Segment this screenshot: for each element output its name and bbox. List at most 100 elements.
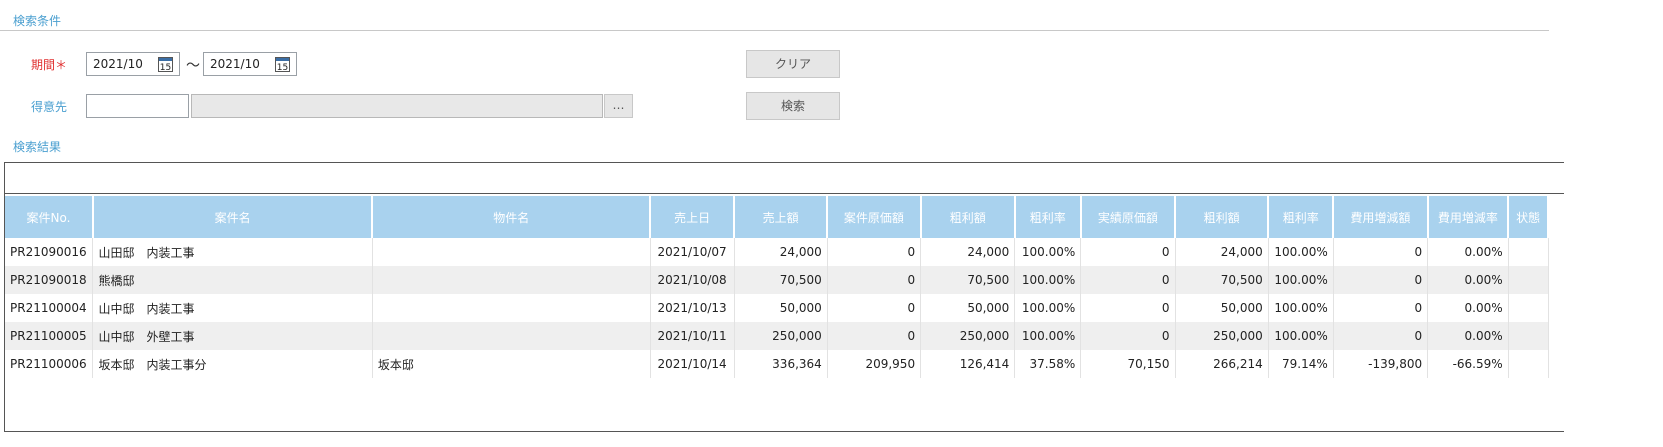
table-cell: 126,414 [920, 350, 1016, 378]
results-table-viewport[interactable]: 案件No. 案件名 物件名 売上日 売上額 案件原価額 粗利額 粗利率 実績原価額 粗利額 粗利率費… [5, 196, 1549, 382]
column-header-actual-cost[interactable]: 実績原価額 [1080, 196, 1177, 238]
column-header-sales-date[interactable]: 売上日 [650, 196, 736, 238]
column-header-cost-change-rate[interactable]: 費用増減率 [1427, 196, 1510, 238]
table-cell: 2021/10/14 [650, 350, 735, 378]
table-cell: 0 [1333, 294, 1429, 322]
table-cell: 100.00% [1014, 266, 1082, 294]
column-header-actual-gross-profit[interactable]: 粗利額 [1175, 196, 1270, 238]
calendar-from-icon[interactable]: 15 [158, 57, 173, 73]
table-cell [1508, 322, 1549, 350]
date-from-field[interactable]: 2021/10 15 [86, 52, 180, 76]
date-to-field[interactable]: 2021/10 15 [203, 52, 297, 76]
column-header-gross-profit[interactable]: 粗利額 [920, 196, 1016, 238]
table-cell: 山中邸 内装工事 [92, 294, 373, 322]
results-table: 案件No. 案件名 物件名 売上日 売上額 案件原価額 粗利額 粗利率 実績原価額 粗利額 粗利率費… [5, 196, 1549, 378]
date-to-value: 2021/10 [210, 57, 260, 71]
table-cell [1508, 238, 1549, 266]
column-header-actual-gross-margin[interactable]: 粗利率 [1268, 196, 1335, 238]
customer-name-field [191, 94, 603, 118]
table-cell: PR21100004 [5, 294, 94, 322]
column-header-gross-margin[interactable]: 粗利率 [1014, 196, 1082, 238]
table-cell [372, 238, 651, 266]
table-cell: PR21100006 [5, 350, 94, 378]
table-cell: 100.00% [1268, 322, 1334, 350]
table-cell: 0.00% [1427, 294, 1509, 322]
table-cell: 山田邸 内装工事 [92, 238, 373, 266]
table-cell: 坂本邸 内装工事分 [92, 350, 373, 378]
table-cell: 50,000 [734, 294, 828, 322]
table-row[interactable]: PR21100005 山中邸 外壁工事 2021/10/11 250,000 0 250,… [5, 322, 1549, 350]
table-cell: 70,500 [734, 266, 828, 294]
table-cell: -139,800 [1333, 350, 1429, 378]
required-mark: ＊ [55, 58, 68, 72]
table-cell: 0.00% [1427, 322, 1509, 350]
column-header-cost-change[interactable]: 費用増減額 [1333, 196, 1429, 238]
table-cell [1508, 266, 1549, 294]
table-cell: 266,214 [1175, 350, 1269, 378]
table-cell: 0 [827, 238, 922, 266]
table-cell: 2021/10/08 [650, 266, 735, 294]
table-cell: 0.00% [1427, 238, 1509, 266]
table-cell [1508, 294, 1549, 322]
table-cell: 50,000 [1175, 294, 1269, 322]
table-cell: 100.00% [1014, 294, 1082, 322]
table-cell: 0 [1333, 238, 1429, 266]
table-cell: 50,000 [920, 294, 1016, 322]
table-row[interactable]: PR21100004 山中邸 内装工事 2021/10/13 50,000 0 50,00… [5, 294, 1549, 322]
table-cell: 2021/10/13 [650, 294, 735, 322]
clear-button[interactable]: クリア [746, 50, 840, 78]
table-cell: 250,000 [920, 322, 1016, 350]
date-from-value: 2021/10 [93, 57, 143, 71]
column-header-case-cost[interactable]: 案件原価額 [827, 196, 922, 238]
table-cell: 24,000 [734, 238, 828, 266]
table-cell [1508, 350, 1549, 378]
column-header-property-name[interactable]: 物件名 [372, 196, 652, 238]
table-cell: PR21090016 [5, 238, 94, 266]
search-conditions-divider [0, 30, 1549, 31]
table-cell: 70,500 [920, 266, 1016, 294]
table-cell: 0 [1080, 322, 1176, 350]
period-label-text: 期間 [31, 58, 56, 72]
search-conditions-title: 検索条件 [13, 14, 62, 28]
table-cell: 100.00% [1268, 238, 1334, 266]
column-header-case-name[interactable]: 案件名 [92, 196, 374, 238]
customer-label: 得意先 [31, 100, 68, 114]
table-cell: 24,000 [920, 238, 1016, 266]
calendar-to-icon[interactable]: 15 [275, 57, 290, 73]
table-cell: 0 [827, 322, 922, 350]
table-cell [372, 322, 651, 350]
table-cell: 209,950 [827, 350, 922, 378]
table-cell: PR21090018 [5, 266, 94, 294]
grid-toolbar-divider [4, 193, 1564, 194]
table-cell: 0 [1080, 238, 1176, 266]
table-cell: -66.59% [1427, 350, 1509, 378]
table-cell: 100.00% [1014, 238, 1082, 266]
table-cell: 2021/10/07 [650, 238, 735, 266]
table-cell: 70,150 [1080, 350, 1176, 378]
column-header-status[interactable]: 状態 [1508, 196, 1549, 238]
table-cell: 0 [1333, 322, 1429, 350]
table-cell: 0 [1080, 294, 1176, 322]
table-cell: 24,000 [1175, 238, 1269, 266]
customer-code-input[interactable] [86, 94, 189, 118]
column-header-sales-amount[interactable]: 売上額 [734, 196, 829, 238]
table-cell: 100.00% [1268, 266, 1334, 294]
search-results-title: 検索結果 [13, 140, 62, 154]
search-button[interactable]: 検索 [746, 92, 840, 120]
table-cell [372, 266, 651, 294]
table-row[interactable]: PR21100006 坂本邸 内装工事分 坂本邸 2021/10/14 336,364 2… [5, 350, 1549, 378]
table-header-row: 案件No. 案件名 物件名 売上日 売上額 案件原価額 粗利額 粗利率 実績原価額 粗利額 粗利率費… [5, 196, 1549, 238]
table-row[interactable]: PR21090018 熊橋邸 2021/10/08 70,500 0 70,500 100.… [5, 266, 1549, 294]
customer-lookup-button[interactable]: … [604, 94, 633, 118]
table-cell: 山中邸 外壁工事 [92, 322, 373, 350]
table-cell: 0 [827, 294, 922, 322]
column-header-case-no[interactable]: 案件No. [5, 196, 94, 238]
table-cell: 336,364 [734, 350, 828, 378]
table-cell: 37.58% [1014, 350, 1082, 378]
range-tilde: ～ [186, 58, 200, 74]
table-cell: 250,000 [1175, 322, 1269, 350]
table-row[interactable]: PR21090016 山田邸 内装工事 2021/10/07 24,000 0 24,00… [5, 238, 1549, 266]
table-cell: 2021/10/11 [650, 322, 735, 350]
period-label: 期間＊ [31, 56, 67, 73]
table-cell: 70,500 [1175, 266, 1269, 294]
